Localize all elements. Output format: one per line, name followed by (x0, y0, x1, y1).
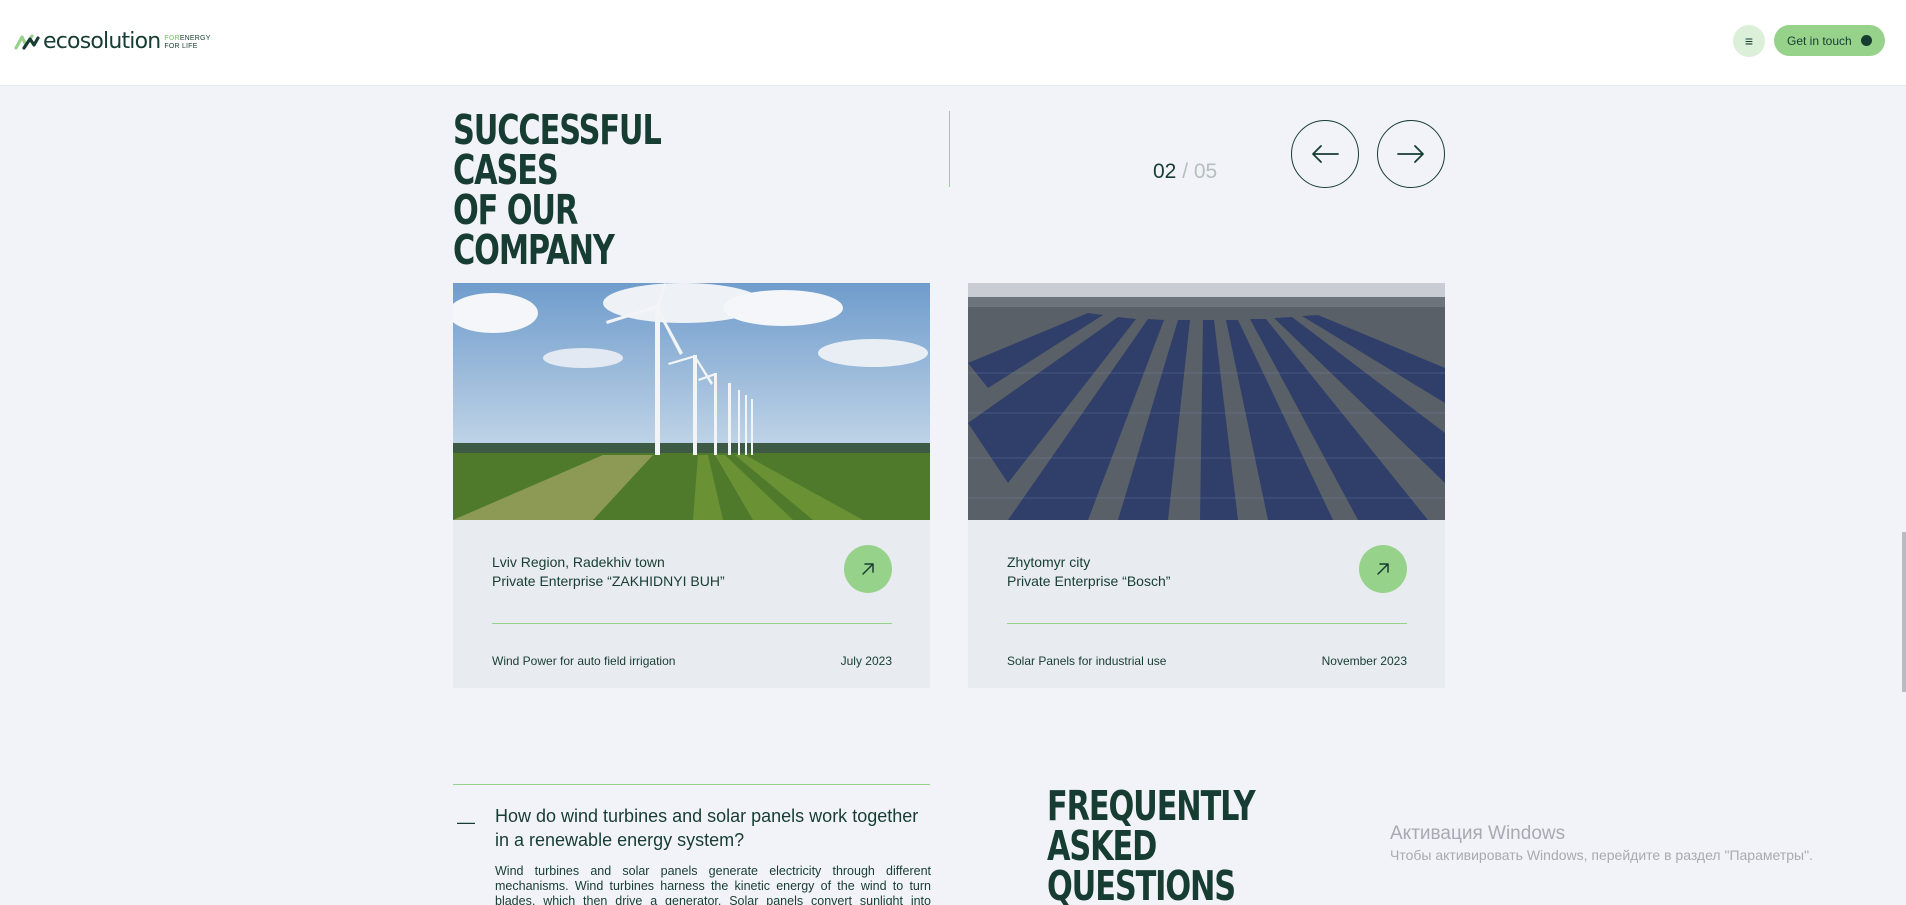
case-location-place: Zhytomyr city (1007, 554, 1091, 570)
menu-button[interactable]: ≡ (1733, 25, 1765, 57)
open-case-button[interactable] (844, 545, 892, 593)
logo-wordmark: ecosolution (43, 29, 161, 54)
next-slide-button[interactable] (1377, 120, 1445, 188)
arrow-up-right-icon (1377, 563, 1389, 575)
faq-item-divider (453, 784, 930, 785)
case-date: July 2023 (840, 654, 892, 668)
logo-tagline-line2: FOR LIFE (164, 42, 198, 50)
case-image-solar-panels (968, 283, 1445, 520)
case-location-company: Private Enterprise “ZAKHIDNYI BUH” (492, 573, 725, 589)
slide-counter-total: 05 (1193, 160, 1218, 183)
open-case-button[interactable] (1359, 545, 1407, 593)
case-location: Zhytomyr city Private Enterprise “Bosch” (1007, 553, 1170, 591)
case-description: Wind Power for auto field irrigation (492, 654, 676, 668)
case-card[interactable]: Lviv Region, Radekhiv town Private Enter… (453, 283, 930, 688)
card-divider (492, 623, 892, 624)
windows-activation-subtitle: Чтобы активировать Windows, перейдите в … (1390, 847, 1813, 863)
faq-collapse-toggle[interactable]: — (457, 812, 475, 833)
slide-counter-current: 02 (1153, 160, 1177, 183)
faq-title-line2: QUESTIONS (1047, 862, 1236, 905)
faq-section-title: FREQUENTLY ASKED QUESTIONS (1047, 786, 1358, 905)
case-location-place: Lviv Region, Radekhiv town (492, 554, 665, 570)
logo[interactable]: ecosolution FORENERGY FOR LIFE (14, 29, 211, 54)
case-location: Lviv Region, Radekhiv town Private Enter… (492, 553, 725, 591)
cases-section-title: SUCCESSFUL CASES OF OUR COMPANY (453, 106, 719, 274)
cases-title-line2: OF OUR COMPANY (453, 186, 615, 274)
hamburger-menu-icon: ≡ (1744, 33, 1754, 49)
scrollbar-thumb[interactable] (1902, 532, 1906, 692)
get-in-touch-label: Get in touch (1787, 33, 1852, 48)
faq-answer: Wind turbines and solar panels generate … (495, 864, 931, 905)
slide-counter: 02 / 05 (1153, 160, 1217, 184)
arrow-left-icon (1312, 145, 1339, 163)
site-header: ecosolution FORENERGY FOR LIFE ≡ Get in … (0, 0, 1906, 85)
vertical-divider (949, 111, 950, 187)
case-date: November 2023 (1321, 654, 1407, 668)
logo-tagline-highlight: FOR (164, 34, 180, 42)
arrow-right-icon (1397, 145, 1424, 163)
logo-tagline-line1: ENERGY (179, 34, 211, 42)
prev-slide-button[interactable] (1291, 120, 1359, 188)
slide-counter-separator: / (1176, 160, 1194, 183)
logo-mark-icon (14, 33, 40, 50)
cases-title-line1: SUCCESSFUL CASES (453, 106, 662, 194)
case-card[interactable]: Zhytomyr city Private Enterprise “Bosch”… (968, 283, 1445, 688)
dot-icon (1861, 35, 1872, 46)
faq-title-line1: FREQUENTLY ASKED (1047, 782, 1256, 870)
case-image-wind-turbines (453, 283, 930, 520)
case-location-company: Private Enterprise “Bosch” (1007, 573, 1171, 589)
get-in-touch-button[interactable]: Get in touch (1774, 25, 1885, 56)
case-description: Solar Panels for industrial use (1007, 654, 1167, 668)
windows-activation-title: Активация Windows (1390, 823, 1566, 844)
card-divider (1007, 623, 1407, 624)
logo-tagline: FORENERGY FOR LIFE (164, 35, 210, 51)
faq-question[interactable]: How do wind turbines and solar panels wo… (495, 804, 935, 852)
arrow-up-right-icon (862, 563, 874, 575)
